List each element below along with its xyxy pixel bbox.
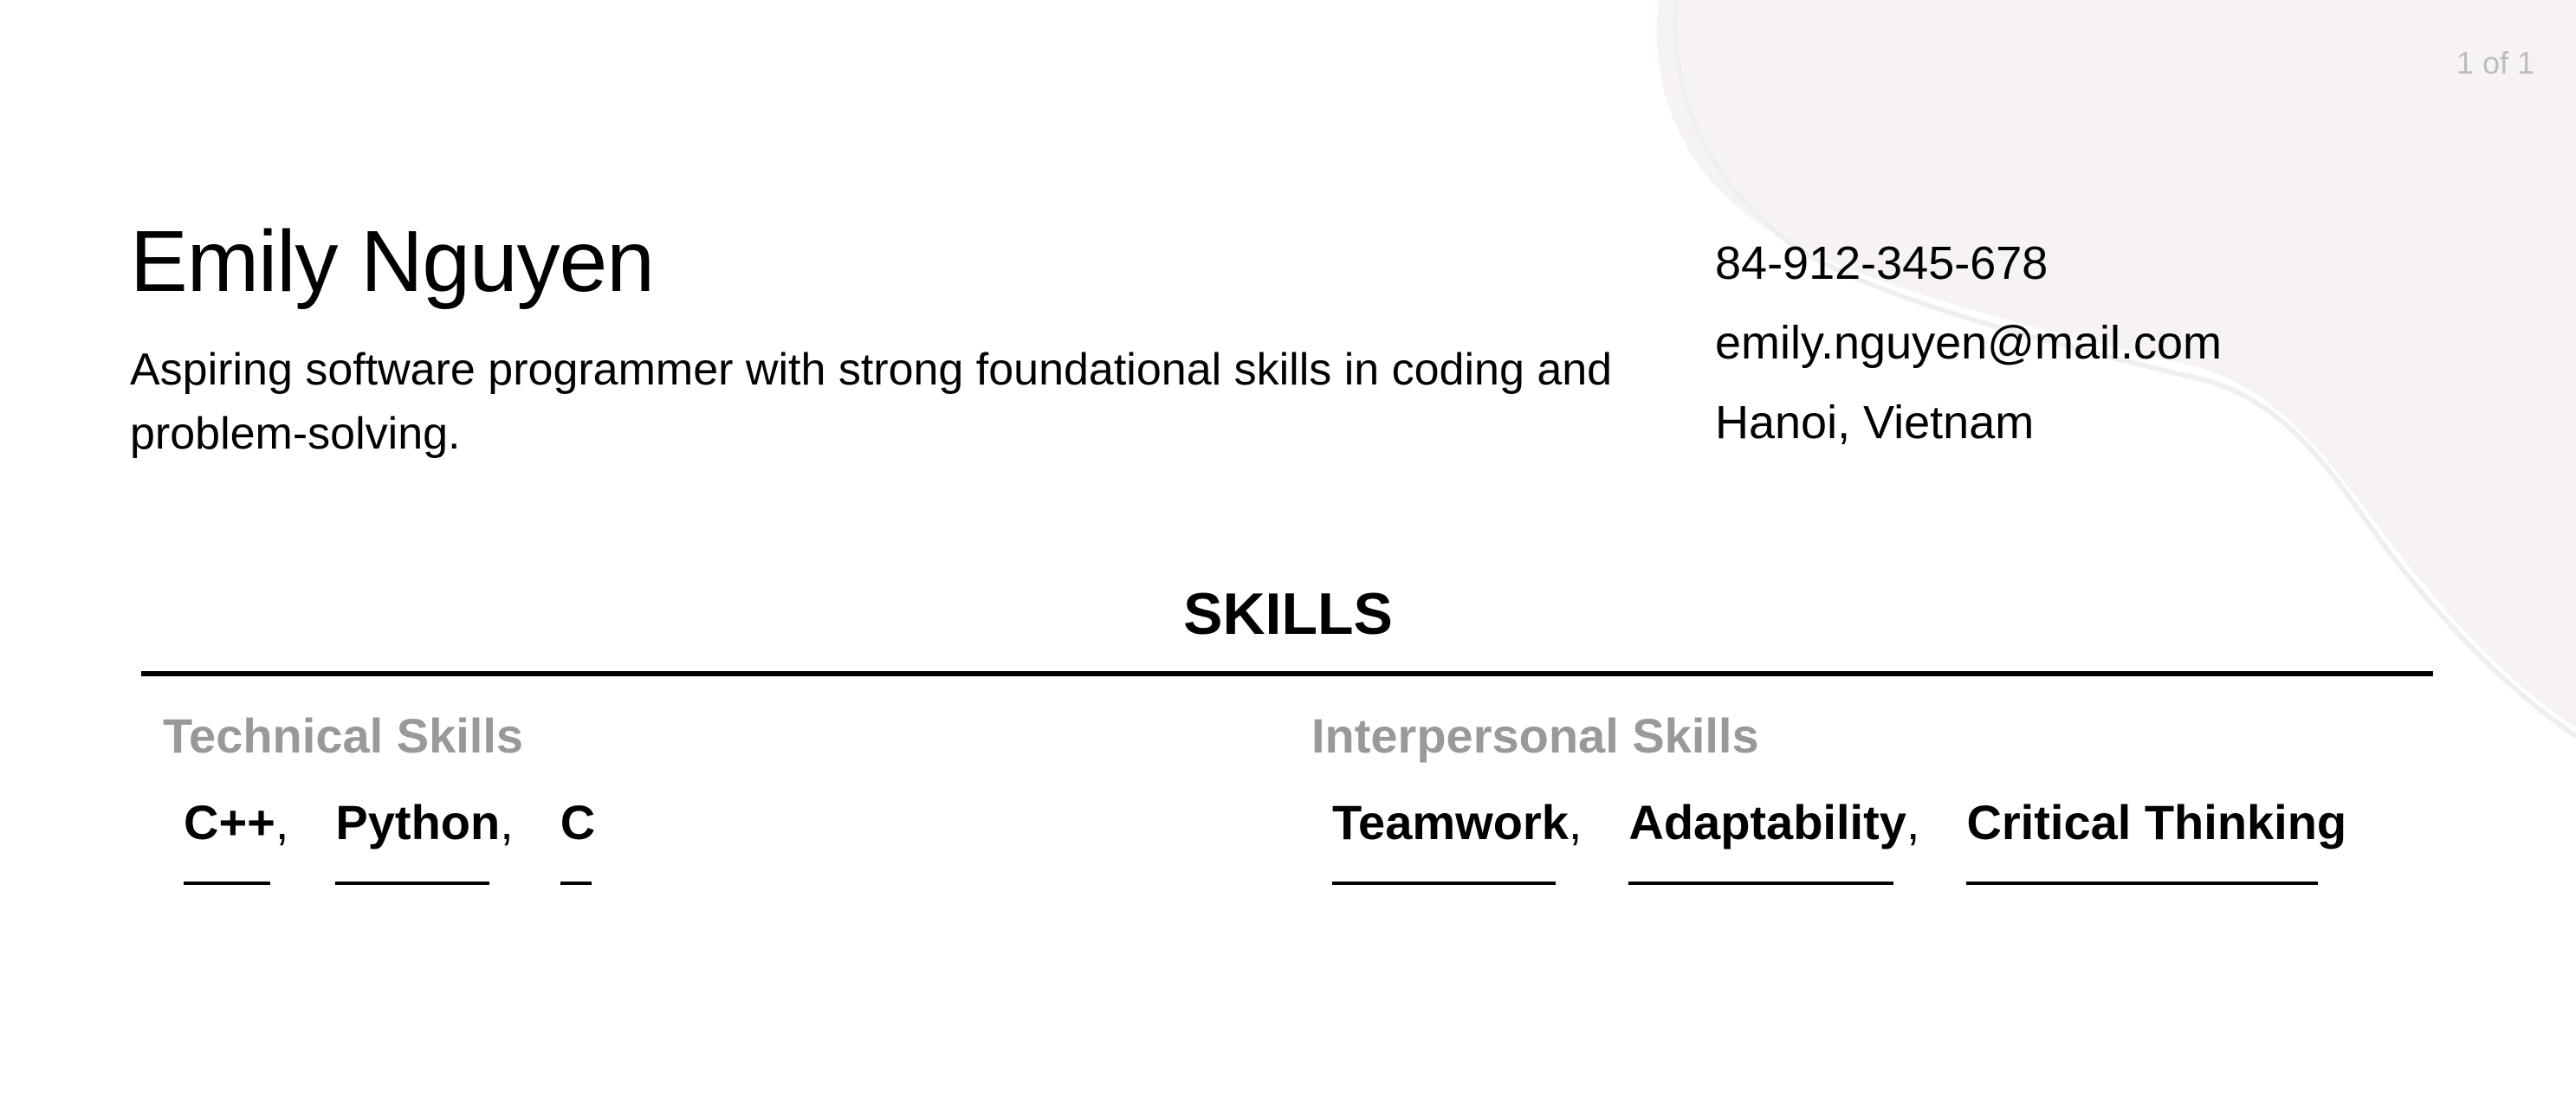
skill-item: Critical Thinking <box>1966 798 2346 885</box>
email-address: emily.nguyen@mail.com <box>1715 317 2223 369</box>
skill-item: Teamwork, <box>1332 798 1582 885</box>
skill-underline <box>1332 882 1556 885</box>
contact-info: 84-912-345-678 emily.nguyen@mail.com Han… <box>1715 223 2222 462</box>
phone-number: 84-912-345-678 <box>1715 237 2049 289</box>
interpersonal-skills-list: Teamwork, Adaptability, Critical Thinkin… <box>1332 798 2346 885</box>
skill-item: C <box>560 798 595 885</box>
location: Hanoi, Vietnam <box>1715 397 2035 449</box>
page-counter: 1 of 1 <box>2456 45 2534 81</box>
technical-skills-title: Technical Skills <box>163 708 524 763</box>
skill-item: Python, <box>335 798 514 885</box>
technical-skills-list: C++, Python, C <box>184 798 595 885</box>
skill-underline <box>1966 882 2319 885</box>
section-divider <box>141 671 2433 676</box>
interpersonal-skills-title: Interpersonal Skills <box>1311 708 1759 763</box>
skill-underline <box>560 882 592 885</box>
skill-underline <box>335 882 490 885</box>
skill-item: C++, <box>184 798 288 885</box>
skill-underline <box>184 882 270 885</box>
skills-section-title: SKILLS <box>1183 581 1393 647</box>
background-decoration <box>1656 0 2576 739</box>
skill-item: Adaptability, <box>1628 798 1919 885</box>
candidate-name: Emily Nguyen <box>130 213 655 310</box>
skill-underline <box>1628 882 1894 885</box>
profile-summary: Aspiring software programmer with strong… <box>130 345 1613 459</box>
